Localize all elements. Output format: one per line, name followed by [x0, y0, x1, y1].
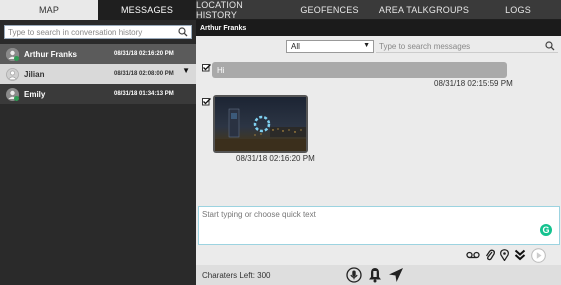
conversation-search-input[interactable]: Type to search in conversation history: [4, 25, 192, 39]
dropdown-arrow-icon: ▼: [363, 42, 370, 49]
conversation-panel: Type to search in conversation history A…: [0, 20, 196, 285]
chat-panel: Arthur Franks All ▼ Type to search messa…: [196, 20, 561, 285]
compose-textarea[interactable]: Start typing or choose quick text G: [198, 206, 560, 245]
navigation-arrow-icon[interactable]: [388, 267, 404, 285]
compose-placeholder: Start typing or choose quick text: [202, 210, 316, 219]
scroll-down-arrow-icon[interactable]: ▼: [182, 66, 190, 75]
footer-actions: [346, 267, 404, 285]
conversation-item-jilian[interactable]: Jilian 08/31/18 02:08:00 PM ▼: [0, 64, 196, 84]
message-search-input[interactable]: Type to search messages: [376, 40, 558, 53]
conversation-time: 08/31/18 02:16:20 PM: [114, 51, 174, 57]
user-avatar-icon: [6, 87, 19, 101]
image-thumbnail[interactable]: [215, 97, 306, 151]
double-chevron-down-icon[interactable]: [514, 249, 526, 263]
message-timestamp: 08/31/18 02:15:59 PM: [434, 79, 513, 88]
message-read-checkbox-icon: [202, 64, 211, 72]
conversation-search-placeholder: Type to search in conversation history: [8, 27, 143, 37]
conversation-item-arthur-franks[interactable]: Arthur Franks 08/31/18 02:16:20 PM: [0, 44, 196, 64]
microphone-icon[interactable]: [346, 267, 362, 285]
tab-location-history[interactable]: LOCATION HISTORY: [196, 0, 286, 20]
tab-area-talkgroups[interactable]: AREA TALKGROUPS: [373, 0, 475, 20]
voicemail-icon[interactable]: [466, 251, 480, 261]
conversation-item-emily[interactable]: Emily 08/31/18 01:34:13 PM: [0, 84, 196, 104]
message-filter-select[interactable]: All ▼: [286, 40, 374, 53]
search-icon[interactable]: [545, 41, 555, 53]
characters-left-label: Charaters Left: 300: [202, 271, 271, 280]
grammarly-icon[interactable]: G: [540, 224, 552, 236]
conversation-name: Jilian: [24, 69, 45, 79]
message-filter-value: All: [291, 42, 300, 51]
message-search-placeholder: Type to search messages: [379, 41, 471, 51]
compose-footer: Charaters Left: 300: [196, 265, 561, 285]
top-tab-bar: MAP MESSAGES LOCATION HISTORY GEOFENCES …: [0, 0, 561, 20]
user-avatar-icon: [6, 67, 19, 81]
send-button[interactable]: [531, 247, 546, 265]
tab-logs[interactable]: LOGS: [475, 0, 561, 20]
alert-bell-icon[interactable]: [368, 267, 382, 285]
conversation-time: 08/31/18 01:34:13 PM: [114, 91, 174, 97]
tab-messages[interactable]: MESSAGES: [98, 0, 196, 20]
user-avatar-icon: [6, 47, 19, 61]
tab-map[interactable]: MAP: [0, 0, 98, 20]
message-bubble: Hi: [212, 62, 507, 78]
image-message[interactable]: [213, 95, 308, 153]
compose-toolbar: [466, 247, 546, 265]
search-icon[interactable]: [178, 27, 188, 39]
attachment-icon[interactable]: [485, 249, 495, 263]
tab-geofences[interactable]: GEOFENCES: [286, 0, 373, 20]
location-pin-icon[interactable]: [500, 249, 509, 263]
chat-title: Arthur Franks: [196, 20, 561, 36]
message-timestamp: 08/31/18 02:16:20 PM: [236, 154, 315, 163]
message-text: Hi: [217, 65, 225, 75]
conversation-name: Emily: [24, 89, 46, 99]
message-read-checkbox-icon: [202, 98, 211, 106]
conversation-name: Arthur Franks: [24, 49, 77, 59]
conversation-time: 08/31/18 02:08:00 PM: [114, 71, 174, 77]
